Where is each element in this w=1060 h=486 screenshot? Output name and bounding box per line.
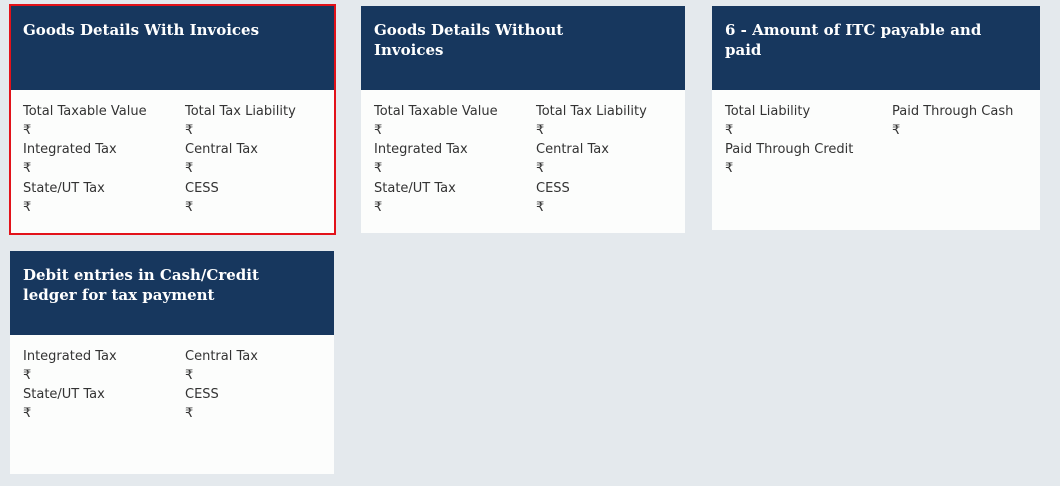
field-cess: CESS ₹ bbox=[185, 181, 219, 215]
field-label: Central Tax bbox=[185, 349, 258, 364]
field-value: ₹ bbox=[374, 123, 383, 138]
field-label: State/UT Tax bbox=[23, 387, 105, 402]
field-value: ₹ bbox=[23, 161, 32, 176]
field-value: ₹ bbox=[23, 200, 32, 215]
field-label: Central Tax bbox=[185, 142, 258, 157]
tile-title: Goods Details Without Invoices bbox=[361, 6, 685, 90]
field-integrated-tax: Integrated Tax ₹ bbox=[374, 142, 468, 176]
tile-debit-entries-ledger[interactable]: Debit entries in Cash/Credit ledger for … bbox=[10, 251, 334, 474]
field-value: ₹ bbox=[185, 123, 194, 138]
tile-itc-payable-and-paid[interactable]: 6 - Amount of ITC payable and paid Total… bbox=[712, 6, 1040, 230]
field-paid-through-credit: Paid Through Credit ₹ bbox=[725, 142, 853, 176]
field-value: ₹ bbox=[536, 200, 545, 215]
field-label: CESS bbox=[185, 181, 219, 196]
field-state-ut-tax: State/UT Tax ₹ bbox=[23, 181, 105, 215]
field-paid-through-cash: Paid Through Cash ₹ bbox=[892, 104, 1013, 138]
tile-goods-details-without-invoices[interactable]: Goods Details Without Invoices Total Tax… bbox=[361, 6, 685, 233]
field-label: CESS bbox=[536, 181, 570, 196]
field-label: Total Taxable Value bbox=[374, 104, 498, 119]
tile-title: Goods Details With Invoices bbox=[11, 6, 334, 90]
field-label: Total Liability bbox=[725, 104, 811, 119]
field-label: CESS bbox=[185, 387, 219, 402]
field-value: ₹ bbox=[374, 200, 383, 215]
field-label: Central Tax bbox=[536, 142, 609, 157]
field-cess: CESS ₹ bbox=[536, 181, 570, 215]
field-value: ₹ bbox=[23, 368, 32, 383]
field-total-tax-liability: Total Tax Liability ₹ bbox=[536, 104, 647, 138]
field-value: ₹ bbox=[536, 123, 545, 138]
field-state-ut-tax: State/UT Tax ₹ bbox=[23, 387, 105, 421]
field-value: ₹ bbox=[23, 406, 32, 421]
field-cess: CESS ₹ bbox=[185, 387, 219, 421]
field-label: Total Taxable Value bbox=[23, 104, 147, 119]
field-total-liability: Total Liability ₹ bbox=[725, 104, 810, 138]
field-value: ₹ bbox=[185, 161, 194, 176]
field-central-tax: Central Tax ₹ bbox=[185, 349, 258, 383]
field-value: ₹ bbox=[185, 368, 194, 383]
field-label: State/UT Tax bbox=[374, 181, 456, 196]
field-value: ₹ bbox=[892, 123, 901, 138]
field-total-taxable-value: Total Taxable Value ₹ bbox=[23, 104, 147, 138]
field-total-taxable-value: Total Taxable Value ₹ bbox=[374, 104, 498, 138]
field-value: ₹ bbox=[185, 200, 194, 215]
field-label: State/UT Tax bbox=[23, 181, 105, 196]
field-value: ₹ bbox=[23, 123, 32, 138]
field-central-tax: Central Tax ₹ bbox=[536, 142, 609, 176]
field-label: Total Tax Liability bbox=[185, 104, 296, 119]
field-label: Integrated Tax bbox=[374, 142, 468, 157]
field-label: Paid Through Credit bbox=[725, 142, 854, 157]
field-central-tax: Central Tax ₹ bbox=[185, 142, 258, 176]
tile-title: Debit entries in Cash/Credit ledger for … bbox=[10, 251, 334, 335]
field-value: ₹ bbox=[374, 161, 383, 176]
field-value: ₹ bbox=[536, 161, 545, 176]
field-value: ₹ bbox=[725, 123, 734, 138]
field-total-tax-liability: Total Tax Liability ₹ bbox=[185, 104, 296, 138]
field-label: Paid Through Cash bbox=[892, 104, 1014, 119]
field-label: Integrated Tax bbox=[23, 349, 117, 364]
field-label: Total Tax Liability bbox=[536, 104, 647, 119]
field-value: ₹ bbox=[185, 406, 194, 421]
field-integrated-tax: Integrated Tax ₹ bbox=[23, 142, 117, 176]
field-integrated-tax: Integrated Tax ₹ bbox=[23, 349, 117, 383]
tile-goods-details-with-invoices[interactable]: Goods Details With Invoices Total Taxabl… bbox=[9, 4, 336, 235]
tile-title: 6 - Amount of ITC payable and paid bbox=[712, 6, 1040, 90]
field-label: Integrated Tax bbox=[23, 142, 117, 157]
field-value: ₹ bbox=[725, 161, 734, 176]
field-state-ut-tax: State/UT Tax ₹ bbox=[374, 181, 456, 215]
